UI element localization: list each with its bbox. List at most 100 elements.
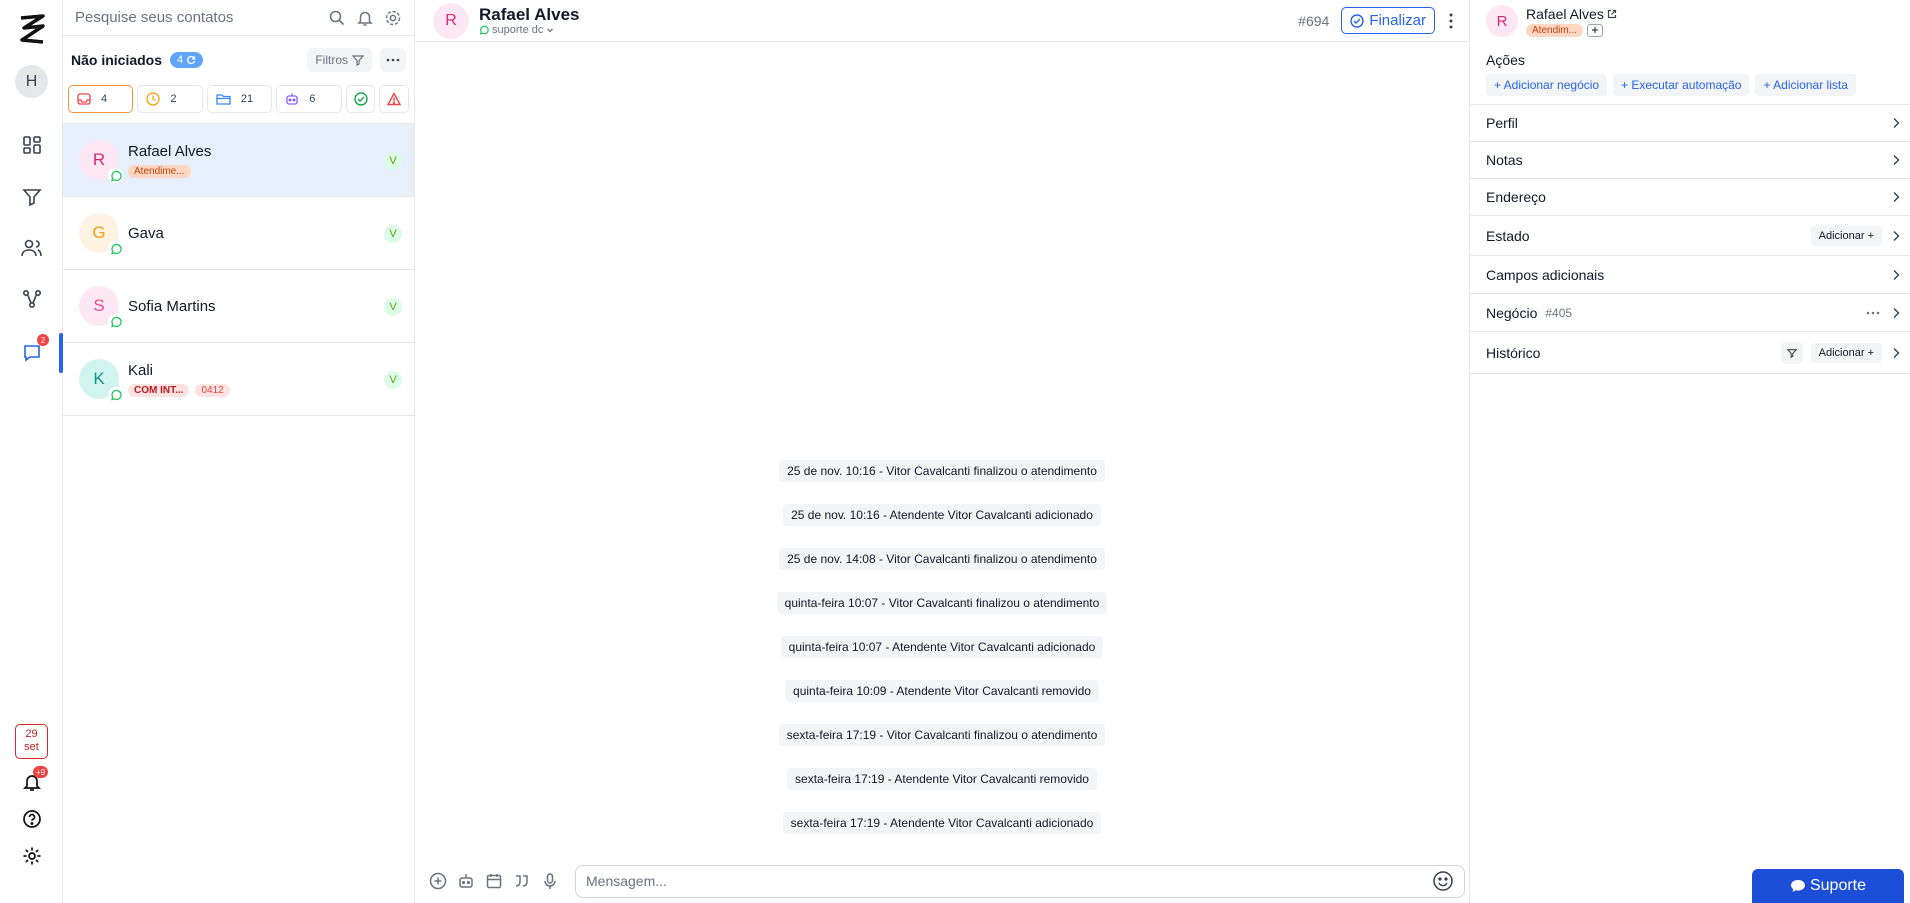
chat-icon[interactable]: 2 [17,334,49,368]
channel-selector[interactable]: suporte dc [479,24,579,36]
chevron-right-icon [1892,191,1900,203]
system-event: 25 de nov. 14:08 - Vitor Cavalcanti fina… [779,548,1105,570]
run-automation-button[interactable]: + Executar automação [1613,74,1750,96]
section-perfil[interactable]: Perfil [1470,105,1910,142]
chip-count: 2 [170,93,177,105]
agent-badge: V [384,371,402,389]
chip-alert[interactable] [379,85,409,113]
status-chips: 4 2 21 6 [63,84,414,114]
finalize-button[interactable]: Finalizar [1341,7,1435,34]
system-event: quinta-feira 10:07 - Atendente Vitor Cav… [780,636,1104,658]
chevron-right-icon [1892,154,1900,166]
agent-badge: V [384,225,402,243]
chat-avatar[interactable]: R [433,2,469,39]
system-event: 25 de nov. 10:16 - Vitor Cavalcanti fina… [779,460,1105,482]
gear-icon[interactable] [384,9,402,27]
search-input[interactable]: Pesquise seus contatos [75,9,318,26]
section-label: Histórico [1486,344,1541,361]
contact-item[interactable]: S Sofia Martins V [63,270,414,343]
avatar-initial: R [445,11,457,29]
historico-add-button[interactable]: Adicionar + [1810,342,1882,363]
check-circle-icon [1350,13,1365,28]
calendar-icon[interactable] [483,870,505,892]
quote-icon[interactable] [511,870,533,892]
finalize-label: Finalizar [1369,12,1426,29]
estado-add-button[interactable]: Adicionar + [1810,225,1882,246]
dashboard-icon[interactable] [17,130,47,160]
avatar-initial: G [92,223,106,242]
details-avatar: R [1486,5,1518,37]
agent-badge: V [384,298,402,316]
date-month: set [24,741,39,753]
whatsapp-icon [479,25,489,35]
filter-icon [352,55,364,66]
funnel-icon[interactable] [17,182,47,212]
section-estado[interactable]: Estado Adicionar + [1470,216,1910,256]
chevron-right-icon [1892,307,1900,319]
bell-icon[interactable]: +9 [17,766,49,797]
emoji-icon[interactable] [1432,870,1454,892]
section-historico[interactable]: Histórico Adicionar + [1470,332,1910,374]
section-endereco[interactable]: Endereço [1470,179,1910,216]
section-label: Endereço [1486,189,1546,205]
section-negocio[interactable]: Negócio #405 [1470,294,1910,332]
app-root: H 2 29 set +9 Pesquise seus contatos Não… [0,0,1910,903]
more-icon [386,58,400,62]
chevron-right-icon [1892,347,1900,359]
search-icon[interactable] [328,9,346,27]
add-list-button[interactable]: + Adicionar lista [1755,74,1856,96]
add-tag-icon[interactable] [1587,23,1604,37]
contact-item[interactable]: K Kali COM INT... 0412 V [63,343,414,416]
filters-label: Filtros [315,53,348,67]
contact-item[interactable]: G Gava V [63,197,414,270]
logo-icon[interactable] [16,12,48,46]
system-event: 25 de nov. 10:16 - Atendente Vitor Caval… [783,504,1101,526]
avatar-initial: H [25,72,38,90]
chip-folder[interactable]: 21 [206,85,273,113]
add-icon[interactable] [427,870,449,892]
contact-tag: Atendime... [128,164,191,178]
avatar-initial: R [92,150,106,169]
contact-details-panel: R Rafael Alves Atendim... Ações + Adicio… [1469,0,1910,903]
user-avatar[interactable]: H [15,65,48,98]
contact-name: Kali [128,361,154,379]
section-count: 4 [177,54,184,66]
bot-icon[interactable] [455,870,477,892]
more-button[interactable] [380,48,406,72]
filters-button[interactable]: Filtros [307,48,372,72]
section-label: Notas [1486,152,1523,168]
details-tag: Atendim... [1526,23,1584,37]
section-campos[interactable]: Campos adicionais [1470,256,1910,294]
avatar-initial: S [93,296,105,315]
chip-inbox[interactable]: 4 [68,85,134,113]
chip-done[interactable] [345,85,376,113]
details-name: Rafael Alves [1526,5,1604,22]
chip-bot[interactable]: 6 [276,85,342,113]
integrations-icon[interactable] [17,284,47,314]
section-count-badge[interactable]: 4 [170,52,204,68]
channel-name: suporte dc [492,24,544,36]
add-deal-button[interactable]: + Adicionar negócio [1486,74,1608,96]
section-header: Não iniciados 4 Filtros [63,36,414,84]
external-link-icon[interactable] [1607,9,1617,19]
chip-count: 4 [101,93,108,105]
inbox-icon [77,93,91,105]
help-icon[interactable] [17,804,47,834]
contacts-icon[interactable] [17,233,47,263]
contact-search[interactable]: Pesquise seus contatos [63,0,414,36]
date-widget[interactable]: 29 set [15,724,48,759]
system-event: sexta-feira 17:19 - Atendente Vitor Cava… [787,768,1097,790]
contact-item[interactable]: R Rafael Alves Atendime... V [63,124,414,197]
bell-icon[interactable] [356,9,374,27]
support-button[interactable]: Suporte [1752,869,1904,903]
contact-name: Rafael Alves [128,142,212,160]
settings-icon[interactable] [17,841,47,871]
kebab-menu-icon[interactable] [1449,13,1453,29]
message-input[interactable]: Mensagem... [575,864,1465,898]
more-icon[interactable] [1866,311,1880,315]
filter-icon[interactable] [1780,341,1803,364]
section-notas[interactable]: Notas [1470,142,1910,179]
chip-pending[interactable]: 2 [137,85,203,113]
microphone-icon[interactable] [539,870,561,892]
whatsapp-icon [108,314,123,329]
